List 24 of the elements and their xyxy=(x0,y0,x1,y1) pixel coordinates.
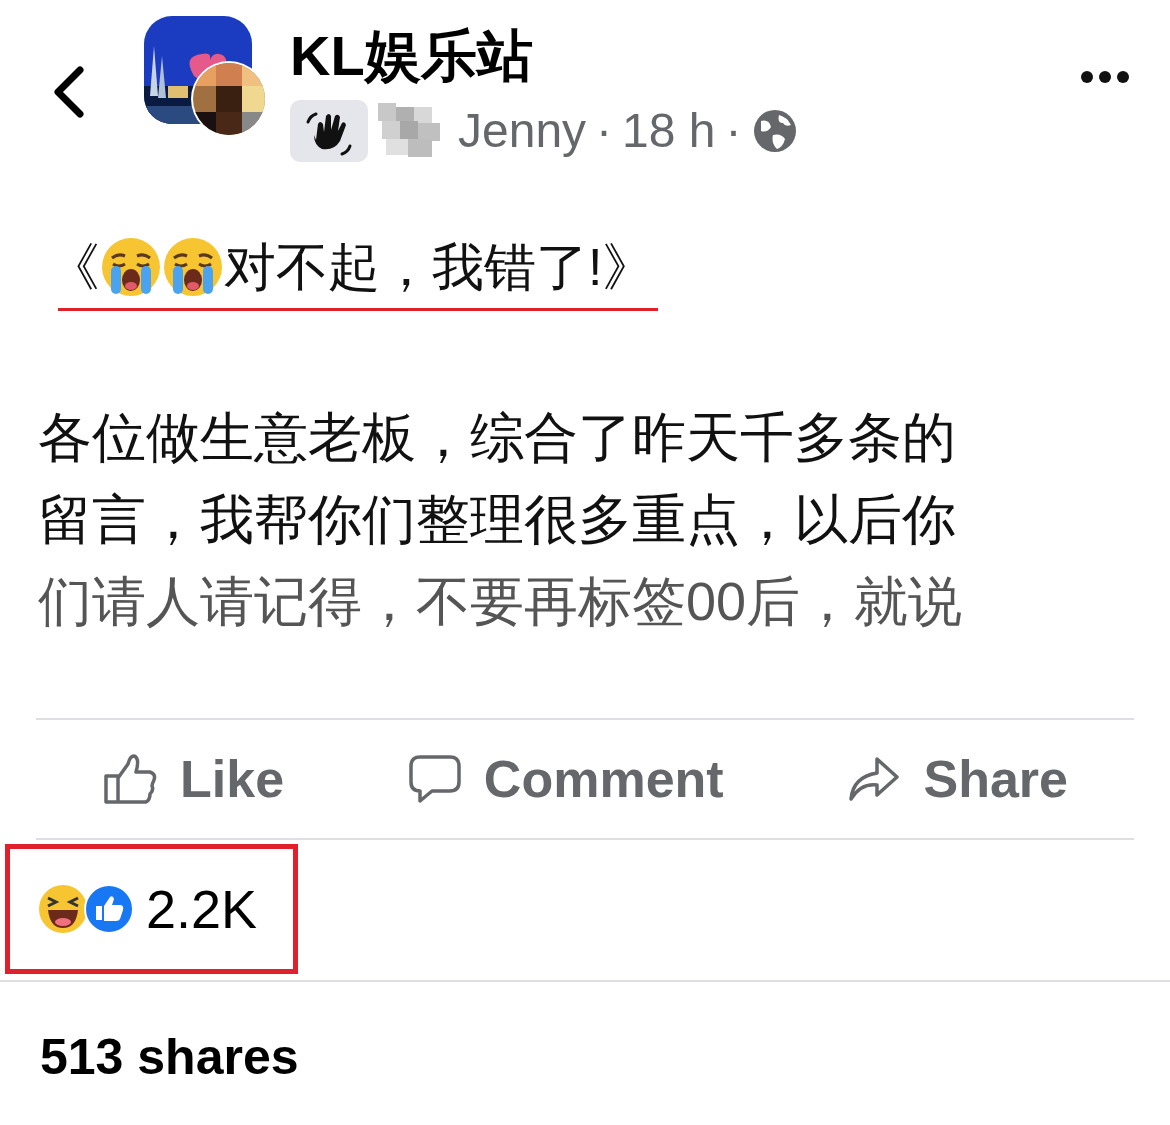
share-count[interactable]: 513 shares xyxy=(0,982,1170,1095)
title-bracket: 《 xyxy=(48,237,100,298)
post-text: 各位做生意老板，综合了昨天千多条的 xyxy=(38,406,957,469)
more-icon[interactable] xyxy=(1080,70,1130,84)
author-name[interactable]: Jenny xyxy=(458,101,587,161)
post-time[interactable]: 18 h xyxy=(622,101,716,161)
post-text: 留言，我帮你们整理很多重点，以后你 xyxy=(38,488,957,551)
comment-button[interactable]: Comment xyxy=(407,740,724,818)
post-text: 们请人请记得，不要再标签00后，就说 xyxy=(38,570,964,633)
like-button[interactable]: Like xyxy=(102,740,285,818)
laughing-face-icon xyxy=(38,884,88,934)
separator: · xyxy=(725,103,742,159)
page-name[interactable]: KL娱乐站 xyxy=(290,16,1080,96)
post-title: 对不起，我错了!》 xyxy=(224,237,655,298)
waving-hand-icon xyxy=(290,100,368,162)
separator: · xyxy=(596,103,613,159)
crying-face-icon xyxy=(100,236,162,298)
like-reaction-icon xyxy=(84,884,134,934)
thumbs-up-icon xyxy=(102,752,158,806)
share-arrow-icon xyxy=(847,755,902,803)
speech-bubble-icon xyxy=(407,753,462,805)
reaction-count[interactable]: 2.2K xyxy=(146,868,258,950)
crying-face-icon xyxy=(162,236,224,298)
share-button[interactable]: Share xyxy=(847,740,1068,818)
